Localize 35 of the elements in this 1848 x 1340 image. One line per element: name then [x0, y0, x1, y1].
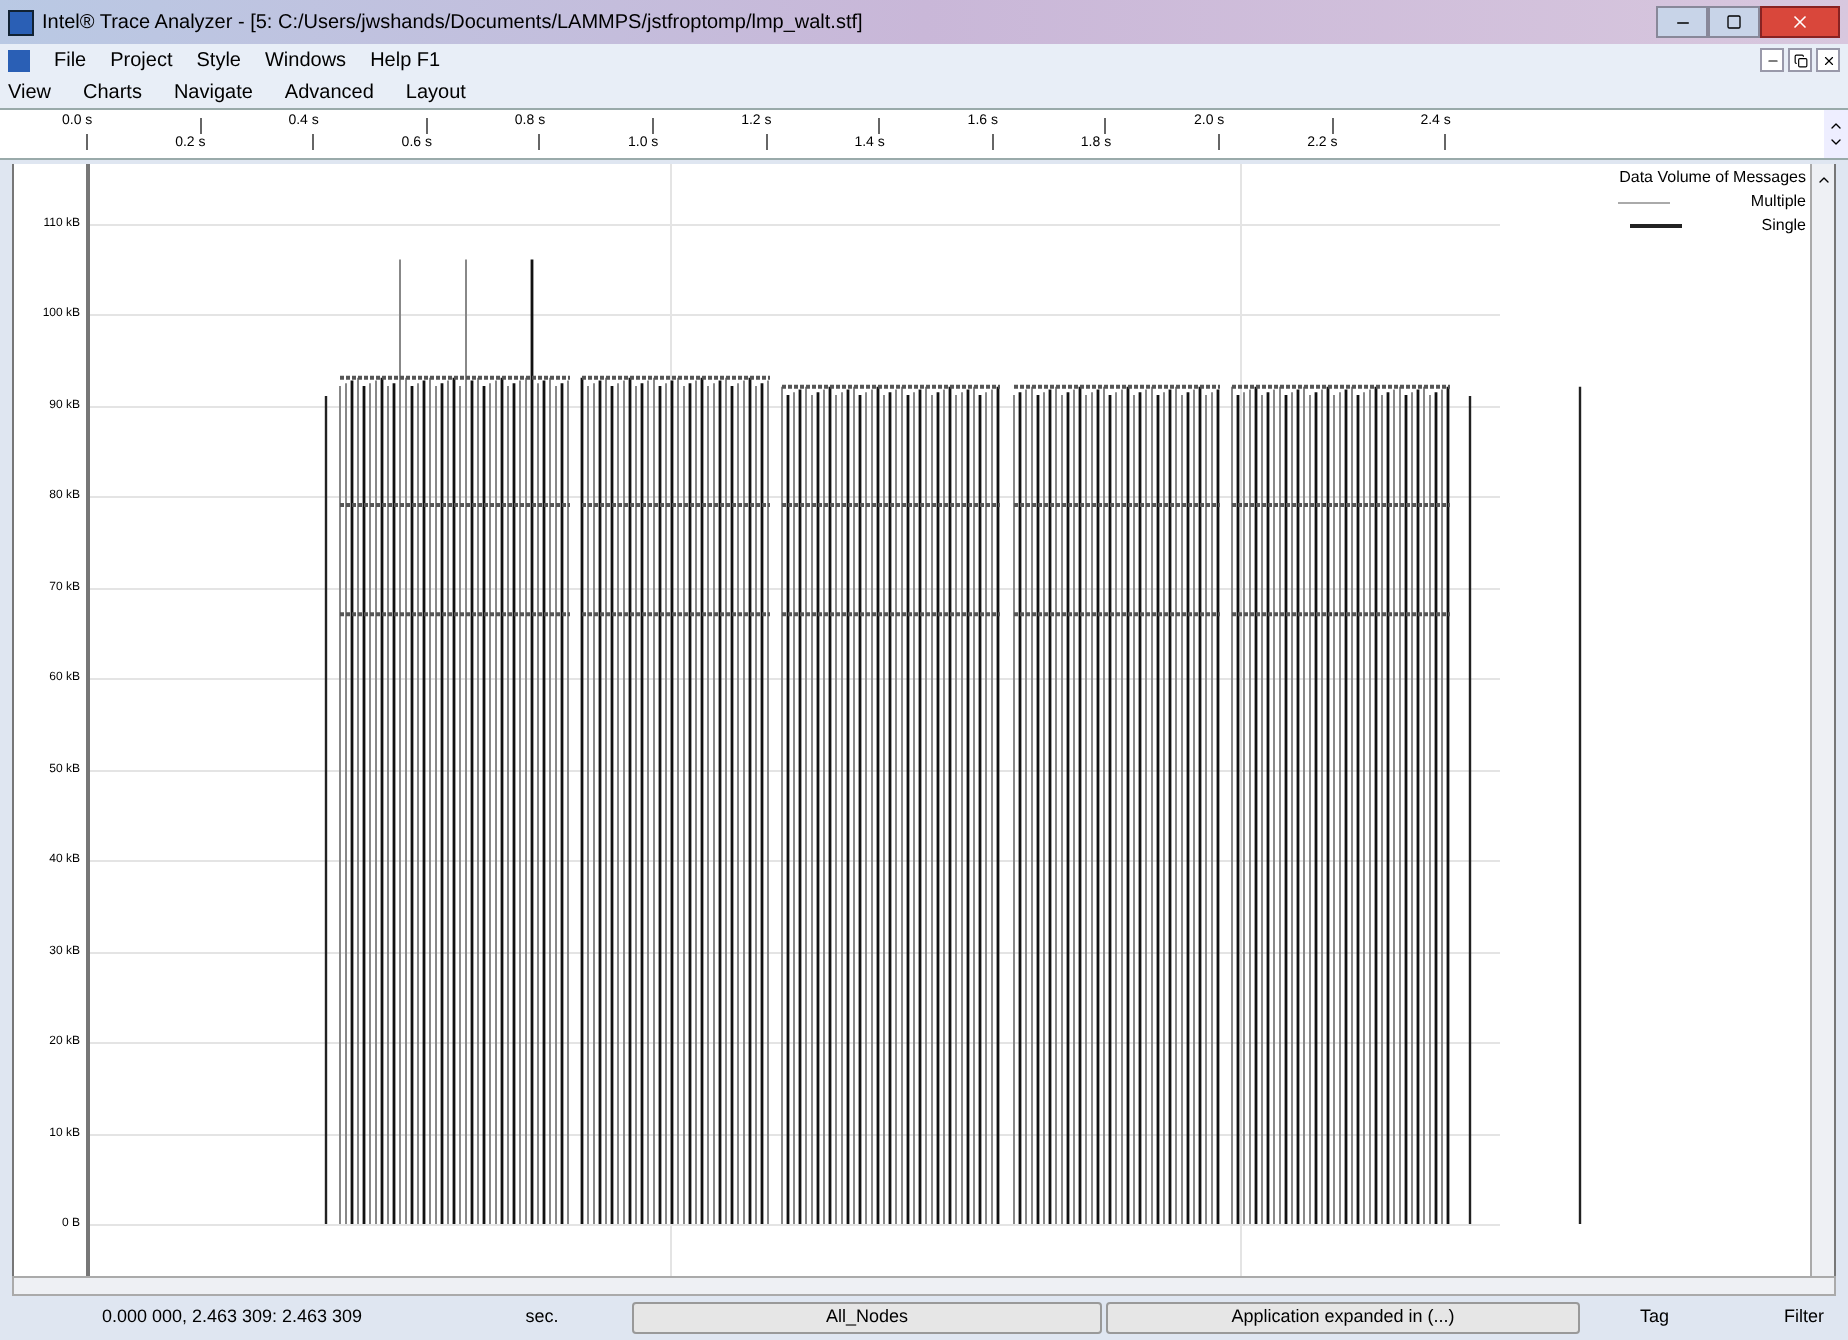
menu-item[interactable]: File [54, 45, 87, 75]
restore-button[interactable] [1788, 48, 1812, 72]
document-icon [8, 49, 30, 71]
menu-item[interactable]: Project [110, 45, 173, 75]
close-button[interactable] [1816, 48, 1840, 72]
menu-item[interactable]: Navigate [173, 77, 253, 107]
close-icon [1821, 53, 1835, 67]
legend-label: Single [1761, 214, 1806, 238]
horizontal-scrollbar[interactable] [12, 1276, 1836, 1296]
menu-item[interactable]: Help F1 [370, 45, 441, 75]
legend-line-icon [1618, 201, 1671, 203]
restore-icon [1793, 53, 1807, 67]
menu-item[interactable]: Layout [405, 77, 466, 107]
menu-item[interactable]: Charts [83, 77, 142, 107]
scroll-arrows[interactable] [1824, 110, 1848, 158]
maximize-icon [1726, 14, 1742, 30]
legend-label: Multiple [1750, 190, 1806, 214]
legend-line-icon [1629, 224, 1682, 228]
menu-item[interactable]: View [8, 77, 51, 107]
tag-label[interactable]: Tag [1640, 1304, 1670, 1332]
menu-item[interactable]: Windows [264, 45, 347, 75]
menu-item[interactable]: Style [196, 45, 241, 75]
minimize-button[interactable] [1760, 48, 1784, 72]
legend-title: Data Volume of Messages [1619, 166, 1806, 190]
filter-label[interactable]: Filter [1784, 1304, 1824, 1332]
maximize-button[interactable] [1708, 6, 1760, 38]
menu-item[interactable]: Advanced [284, 77, 374, 107]
window-title: Intel® Trace Analyzer - [5: C:/Users/jwshands/Documents/LAMMPS/jstfroptomp/lmp_walt.stf] [42, 9, 863, 37]
time-range: 0.000 000, 2.463 309: 2.463 309 [99, 1304, 365, 1331]
unit-label: sec. [523, 1304, 561, 1331]
function-button[interactable]: Application expanded in (...) [1106, 1302, 1580, 1334]
app-icon [8, 9, 34, 35]
nodes-button[interactable]: All_Nodes [632, 1302, 1102, 1334]
vertical-scrollbar[interactable] [1810, 164, 1834, 1276]
close-icon [1790, 12, 1810, 32]
